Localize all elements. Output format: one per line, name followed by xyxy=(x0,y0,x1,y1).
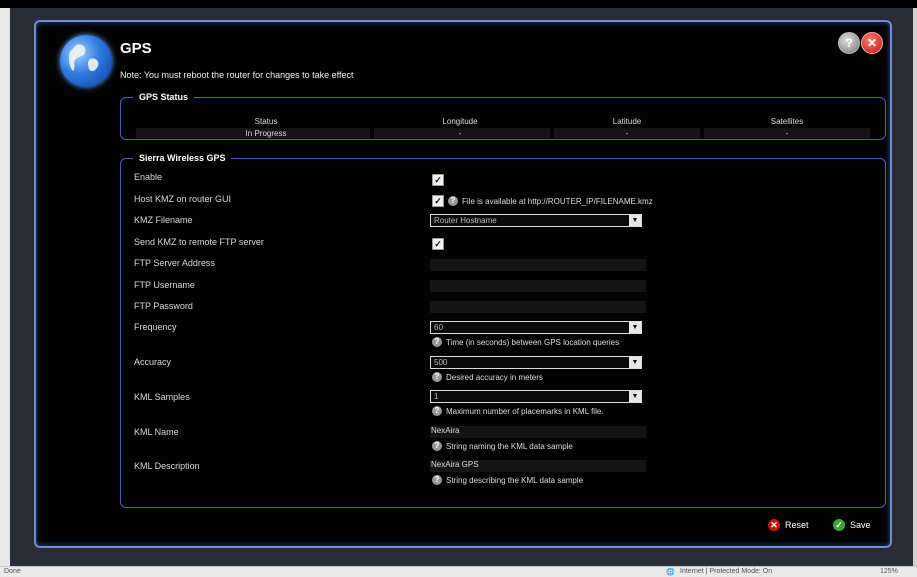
kml-samples-value: 1 xyxy=(434,392,439,401)
kml-name-help: String naming the KML data sample xyxy=(446,442,573,451)
frequency-help: Time (in seconds) between GPS location q… xyxy=(446,338,620,347)
host-kmz-help: File is available at http://ROUTER_IP/FI… xyxy=(462,197,653,206)
accuracy-select[interactable]: 500 ▼ xyxy=(430,356,642,369)
help-icon[interactable]: ? xyxy=(448,196,458,206)
close-icon[interactable]: ✕ xyxy=(861,32,883,54)
top-edge xyxy=(0,0,917,8)
kmz-filename-value: Router Hostname xyxy=(434,216,497,225)
kmz-filename-select[interactable]: Router Hostname ▼ xyxy=(430,214,642,227)
latitude-column-header: Latitude xyxy=(612,117,642,126)
kml-name-input[interactable]: NexAira xyxy=(430,426,646,438)
kml-description-help: String describing the KML data sample xyxy=(446,476,584,485)
status-text: Done xyxy=(4,568,21,575)
satellites-column-header: Satellites xyxy=(770,117,804,126)
kmz-filename-label: KMZ Filename xyxy=(134,215,193,225)
kml-name-value: NexAira xyxy=(431,426,460,435)
frequency-label: Frequency xyxy=(134,322,177,332)
ftp-server-input[interactable] xyxy=(430,259,646,271)
latitude-value: - xyxy=(625,129,629,138)
globe-icon: 🌐 xyxy=(666,569,675,576)
kml-description-label: KML Description xyxy=(134,461,200,471)
accuracy-help: Desired accuracy in meters xyxy=(446,373,543,382)
chevron-down-icon[interactable]: ▼ xyxy=(629,391,641,402)
status-column-header: Status xyxy=(254,117,278,126)
help-icon[interactable]: ? xyxy=(432,475,442,485)
page-title: GPS xyxy=(120,40,152,57)
longitude-value: - xyxy=(458,129,462,138)
security-zone: Internet | Protected Mode: On xyxy=(680,568,773,575)
help-icon[interactable]: ? xyxy=(838,32,860,54)
reset-icon[interactable]: ✕ xyxy=(768,519,780,531)
kml-description-input[interactable]: NexAira GPS xyxy=(430,460,646,472)
send-kmz-checkbox[interactable]: ✓ xyxy=(432,238,444,250)
accuracy-value: 500 xyxy=(434,358,448,367)
ftp-password-input[interactable] xyxy=(430,301,646,313)
frequency-select[interactable]: 60 ▼ xyxy=(430,321,642,334)
kml-description-value: NexAira GPS xyxy=(431,460,479,469)
chevron-down-icon[interactable]: ▼ xyxy=(629,215,641,226)
chevron-down-icon[interactable]: ▼ xyxy=(629,322,641,333)
send-kmz-label: Send KMZ to remote FTP server xyxy=(134,237,264,247)
ftp-username-label: FTP Username xyxy=(134,280,195,290)
accuracy-label: Accuracy xyxy=(134,357,172,367)
satellites-value: - xyxy=(785,129,789,138)
kml-samples-label: KML Samples xyxy=(134,392,190,402)
zoom-level[interactable]: 125% xyxy=(880,568,898,575)
help-icon[interactable]: ? xyxy=(432,441,442,451)
gps-status-legend: GPS Status xyxy=(139,92,189,102)
host-kmz-checkbox[interactable]: ✓ xyxy=(432,195,444,207)
help-icon[interactable]: ? xyxy=(432,372,442,382)
reset-button[interactable]: Reset xyxy=(785,520,809,530)
kml-samples-help: Maximum number of placemarks in KML file… xyxy=(446,407,604,416)
kml-samples-select[interactable]: 1 ▼ xyxy=(430,390,642,403)
kml-name-label: KML Name xyxy=(134,427,179,437)
globe-icon xyxy=(60,35,112,87)
chevron-down-icon[interactable]: ▼ xyxy=(629,357,641,368)
reboot-note: Note: You must reboot the router for cha… xyxy=(120,70,354,80)
status-value: In Progress xyxy=(245,129,287,138)
sierra-legend: Sierra Wireless GPS xyxy=(139,153,226,163)
help-icon[interactable]: ? xyxy=(432,406,442,416)
ftp-username-input[interactable] xyxy=(430,280,646,292)
ftp-server-label: FTP Server Address xyxy=(134,258,215,268)
save-icon[interactable]: ✓ xyxy=(833,519,845,531)
browser-status-bar: Done 🌐 Internet | Protected Mode: On 125… xyxy=(0,566,917,577)
save-button[interactable]: Save xyxy=(850,520,871,530)
ftp-password-label: FTP Password xyxy=(134,301,193,311)
frequency-value: 60 xyxy=(434,323,443,332)
longitude-column-header: Longitude xyxy=(442,117,478,126)
host-kmz-label: Host KMZ on router GUI xyxy=(134,194,232,204)
enable-label: Enable xyxy=(134,172,163,182)
enable-checkbox[interactable]: ✓ xyxy=(432,174,444,186)
help-icon[interactable]: ? xyxy=(432,337,442,347)
